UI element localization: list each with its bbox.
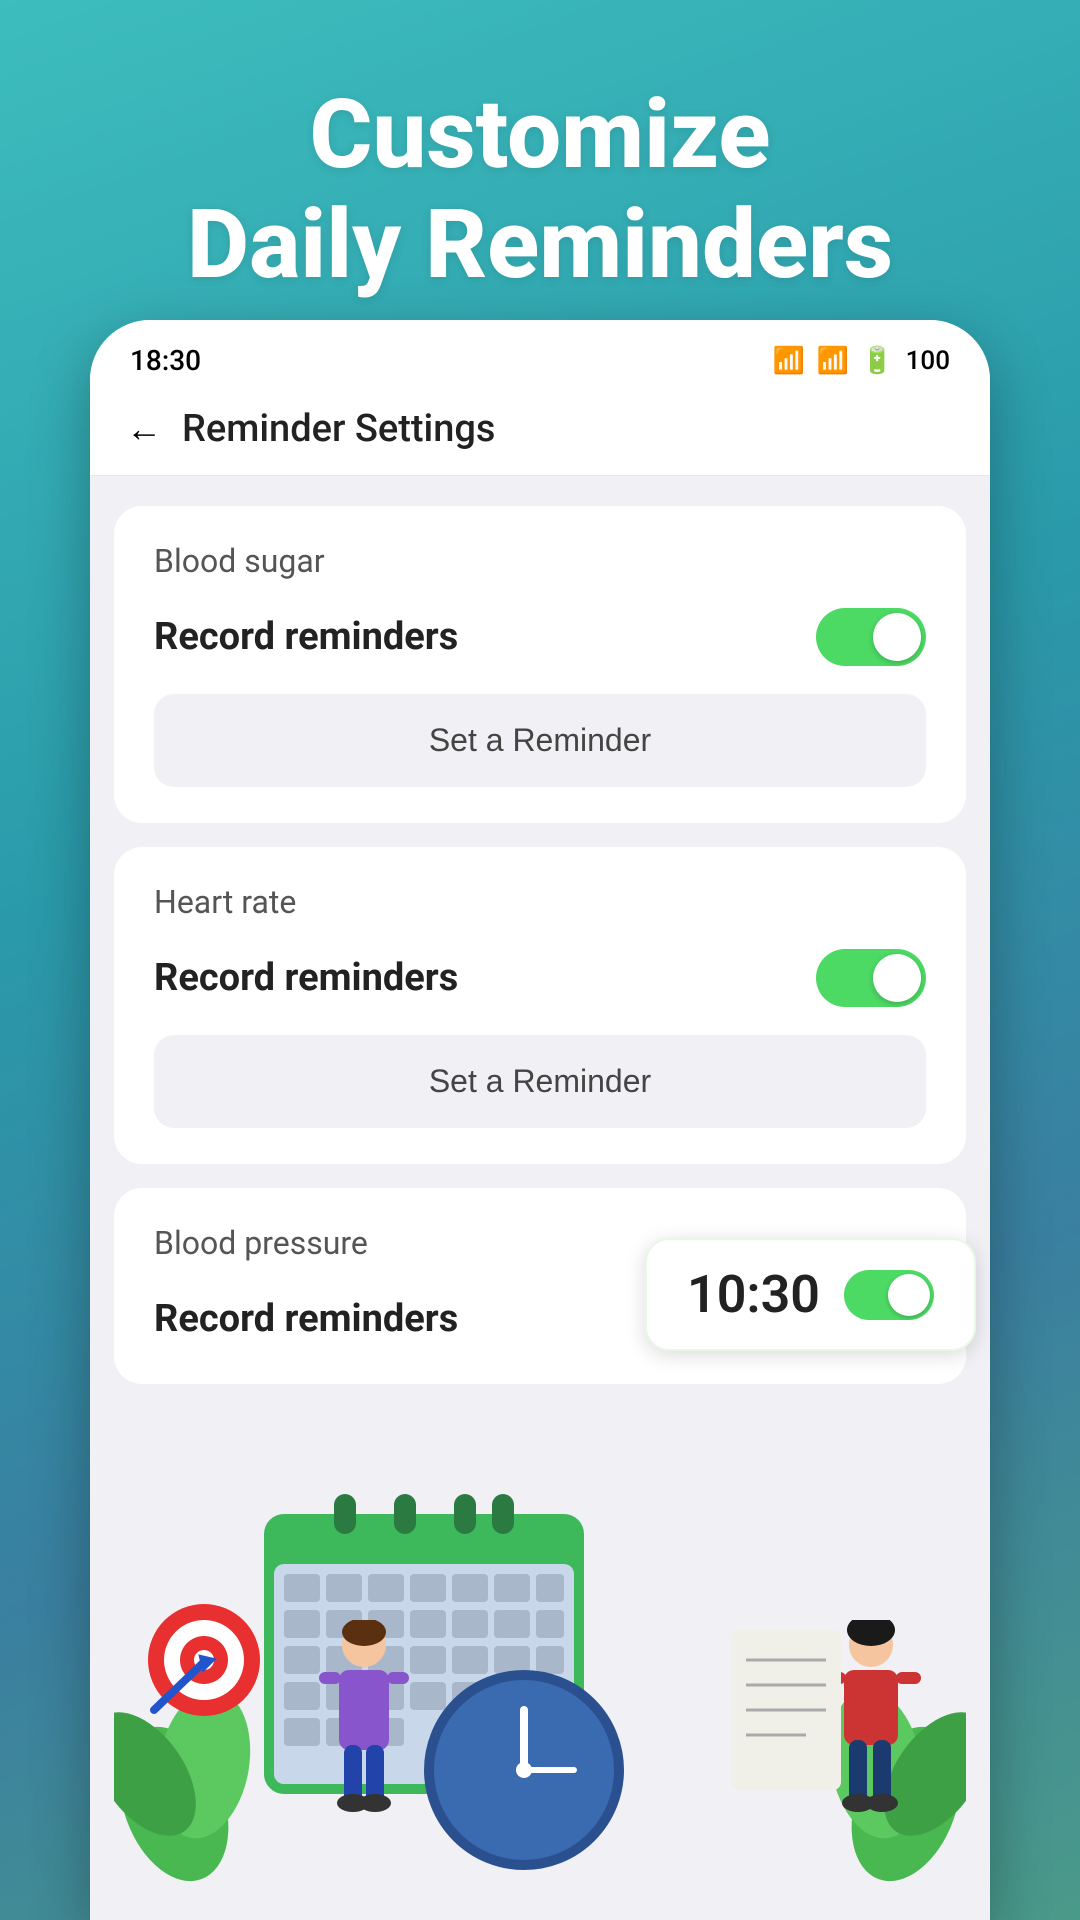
heart-rate-card: Heart rate Record reminders Set a Remind… [114, 847, 966, 1164]
battery-icon: 🔋 [861, 346, 893, 376]
title-line1: Customize [309, 79, 770, 191]
heart-rate-toggle[interactable] [816, 949, 926, 1007]
header-section: Customize Daily Reminders [0, 0, 1080, 341]
heart-rate-title: Heart rate [154, 883, 926, 921]
blood-sugar-reminder-row: Record reminders [154, 608, 926, 666]
battery-level: 100 [906, 346, 950, 376]
scroll-content: Blood sugar Record reminders Set a Remin… [90, 476, 990, 1916]
time-badge[interactable]: 10:30 [645, 1238, 976, 1351]
time-badge-toggle[interactable] [844, 1270, 934, 1320]
blood-pressure-reminder-label: Record reminders [154, 1297, 458, 1341]
heart-rate-set-reminder-btn[interactable]: Set a Reminder [154, 1035, 926, 1128]
heart-rate-reminder-label: Record reminders [154, 956, 458, 1000]
illustration-area [114, 1404, 966, 1884]
blood-sugar-reminder-label: Record reminders [154, 615, 458, 659]
phone-frame: 18:30 📶 📶 🔋 100 ← Reminder Settings Bloo… [90, 320, 990, 1920]
blood-sugar-title: Blood sugar [154, 542, 926, 580]
title-line2: Daily Reminders [187, 189, 893, 301]
reminder-time: 10:30 [687, 1264, 820, 1325]
wifi-icon: 📶 [773, 346, 805, 376]
status-icons: 📶 📶 🔋 100 [773, 346, 950, 376]
back-button[interactable]: ← [126, 408, 162, 450]
blood-pressure-card: Blood pressure Record reminders 10:30 [114, 1188, 966, 1384]
person-left-icon [314, 1620, 414, 1824]
clock-icon [424, 1670, 624, 1874]
blood-sugar-toggle[interactable] [816, 608, 926, 666]
blood-sugar-card: Blood sugar Record reminders Set a Remin… [114, 506, 966, 823]
signal-icon: 📶 [817, 346, 849, 376]
notebook-icon [726, 1630, 846, 1794]
time-display: 18:30 [130, 344, 201, 377]
status-bar: 18:30 📶 📶 🔋 100 [90, 320, 990, 387]
page-title: Reminder Settings [182, 407, 495, 451]
heart-rate-reminder-row: Record reminders [154, 949, 926, 1007]
nav-bar: ← Reminder Settings [90, 387, 990, 476]
blood-sugar-set-reminder-btn[interactable]: Set a Reminder [154, 694, 926, 787]
